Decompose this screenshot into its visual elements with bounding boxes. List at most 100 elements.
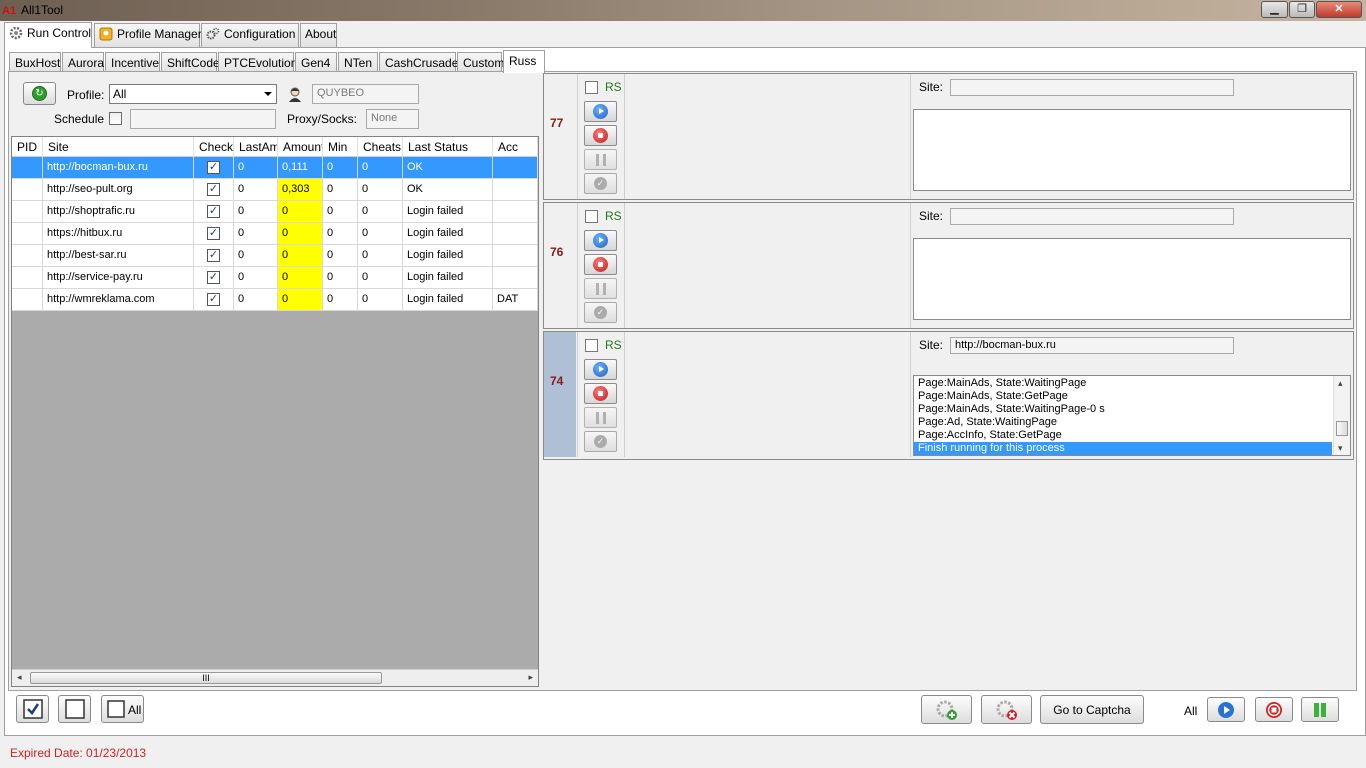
add-process-button[interactable] bbox=[921, 695, 972, 724]
table-row[interactable]: http://shoptrafic.ru ✓ 0 0 0 0 Login fai… bbox=[12, 201, 538, 223]
table-row[interactable]: http://service-pay.ru ✓ 0 0 0 0 Login fa… bbox=[12, 267, 538, 289]
pause-all-button[interactable] bbox=[1301, 697, 1339, 722]
scroll-thumb[interactable]: III bbox=[30, 672, 382, 684]
tab-custom[interactable]: Custom bbox=[457, 52, 504, 72]
site-field[interactable] bbox=[950, 79, 1234, 96]
tab-cashcrusader[interactable]: CashCrusader bbox=[379, 52, 462, 72]
process-log[interactable]: Page:MainAds, State:WaitingPage Page:Mai… bbox=[913, 375, 1351, 456]
table-row[interactable]: http://bocman-bux.ru ✓ 0 0,111 0 0 OK bbox=[12, 157, 538, 179]
stop-button[interactable] bbox=[584, 254, 617, 275]
remove-process-button[interactable] bbox=[981, 695, 1032, 724]
refresh-button[interactable]: ↻ bbox=[23, 82, 56, 105]
stop-button[interactable] bbox=[584, 383, 617, 404]
cell-check: ✓ bbox=[194, 201, 234, 223]
row-checkbox[interactable]: ✓ bbox=[207, 293, 220, 306]
tab-nten[interactable]: NTen bbox=[338, 52, 378, 72]
pause-button[interactable] bbox=[584, 149, 617, 170]
log-line: Page:Ad, State:WaitingPage bbox=[918, 416, 1058, 428]
row-checkbox[interactable]: ✓ bbox=[207, 161, 220, 174]
schedule-checkbox[interactable] bbox=[109, 112, 122, 125]
column-header-cheats[interactable]: Cheats bbox=[358, 137, 403, 157]
table-row[interactable]: http://wmreklama.com ✓ 0 0 0 0 Login fai… bbox=[12, 289, 538, 311]
row-checkbox[interactable]: ✓ bbox=[207, 205, 220, 218]
log-scrollbar[interactable]: ▴ ▾ bbox=[1333, 376, 1350, 455]
column-header-last-status[interactable]: Last Status bbox=[403, 137, 493, 157]
table-row[interactable]: http://seo-pult.org ✓ 0 0,303 0 0 OK bbox=[12, 179, 538, 201]
process-log[interactable] bbox=[913, 238, 1351, 320]
stop-icon bbox=[593, 386, 608, 401]
tab-incentive[interactable]: Incentive bbox=[105, 52, 160, 72]
column-header-site[interactable]: Site bbox=[43, 137, 194, 157]
start-button[interactable] bbox=[584, 101, 617, 122]
scroll-down-icon[interactable]: ▾ bbox=[1338, 443, 1343, 454]
proxy-field[interactable]: None bbox=[366, 109, 419, 129]
tab-shiftcode[interactable]: ShiftCode bbox=[161, 52, 220, 72]
uncheck-all-button[interactable] bbox=[58, 695, 91, 723]
start-all-button[interactable] bbox=[1207, 697, 1245, 722]
close-button[interactable]: ✕ bbox=[1316, 1, 1362, 18]
minimize-button[interactable]: ▁ bbox=[1261, 1, 1288, 18]
tab-about[interactable]: About bbox=[300, 23, 337, 47]
confirm-button[interactable]: ✓ bbox=[584, 302, 617, 323]
go-to-captcha-button[interactable]: Go to Captcha bbox=[1040, 695, 1144, 724]
confirm-button[interactable]: ✓ bbox=[584, 173, 617, 194]
row-checkbox[interactable]: ✓ bbox=[207, 249, 220, 262]
cell-lastam: 0 bbox=[234, 201, 278, 223]
table-row[interactable]: http://best-sar.ru ✓ 0 0 0 0 Login faile… bbox=[12, 245, 538, 267]
pause-button[interactable] bbox=[584, 407, 617, 428]
cell-cheats: 0 bbox=[358, 267, 403, 289]
tab-run-control[interactable]: Run Control bbox=[4, 22, 92, 48]
grid-header: PID Site Check LastAm Amount Min Cheats … bbox=[12, 137, 538, 157]
select-all-button[interactable]: All bbox=[101, 695, 144, 723]
row-checkbox[interactable]: ✓ bbox=[207, 183, 220, 196]
tab-configuration[interactable]: Configuration bbox=[201, 23, 299, 47]
table-row[interactable]: https://hitbux.ru ✓ 0 0 0 0 Login failed bbox=[12, 223, 538, 245]
tab-aurora[interactable]: Aurora bbox=[62, 52, 104, 72]
stop-all-button[interactable] bbox=[1255, 697, 1293, 722]
start-button[interactable] bbox=[584, 230, 617, 251]
horizontal-scrollbar[interactable]: ◂ III ▸ bbox=[12, 669, 538, 686]
scroll-thumb[interactable] bbox=[1336, 421, 1348, 436]
column-header-lastam[interactable]: LastAm bbox=[234, 137, 278, 157]
user-field[interactable]: QUYBEO bbox=[312, 84, 419, 104]
tab-profile-manager[interactable]: Profile Manager bbox=[94, 23, 202, 47]
rs-checkbox[interactable] bbox=[585, 210, 598, 223]
start-button[interactable] bbox=[584, 359, 617, 380]
check-icon: ✓ bbox=[594, 435, 607, 448]
check-all-button[interactable] bbox=[16, 695, 49, 723]
rs-checkbox[interactable] bbox=[585, 81, 598, 94]
scroll-up-icon[interactable]: ▴ bbox=[1338, 378, 1343, 389]
process-panel: 77 RS ✓ Site: bbox=[543, 73, 1354, 200]
site-field[interactable] bbox=[950, 208, 1234, 225]
schedule-field[interactable] bbox=[130, 109, 276, 129]
tab-buxhost[interactable]: BuxHost bbox=[9, 52, 61, 72]
stop-button[interactable] bbox=[584, 125, 617, 146]
column-header-amount[interactable]: Amount bbox=[278, 137, 323, 157]
stop-icon bbox=[1266, 702, 1282, 718]
scroll-right-icon[interactable]: ▸ bbox=[528, 672, 533, 683]
process-log[interactable] bbox=[913, 109, 1351, 191]
column-header-pid[interactable]: PID bbox=[12, 137, 43, 157]
tab-gen4[interactable]: Gen4 bbox=[295, 52, 337, 72]
checked-box-icon bbox=[22, 699, 43, 719]
cell-site: http://seo-pult.org bbox=[43, 179, 194, 201]
pause-button[interactable] bbox=[584, 278, 617, 299]
column-header-acc[interactable]: Acc bbox=[493, 137, 538, 157]
scroll-left-icon[interactable]: ◂ bbox=[17, 672, 22, 683]
empty-box-icon bbox=[107, 700, 125, 718]
rs-checkbox[interactable] bbox=[585, 339, 598, 352]
row-checkbox[interactable]: ✓ bbox=[207, 227, 220, 240]
row-checkbox[interactable]: ✓ bbox=[207, 271, 220, 284]
status-bar bbox=[0, 737, 1366, 768]
profile-select[interactable]: All bbox=[109, 84, 277, 104]
cell-acc: DAT bbox=[493, 289, 538, 311]
site-field[interactable]: http://bocman-bux.ru bbox=[950, 337, 1234, 354]
cell-check: ✓ bbox=[194, 157, 234, 179]
column-header-min[interactable]: Min bbox=[323, 137, 358, 157]
maximize-button[interactable]: ❐ bbox=[1289, 1, 1315, 18]
confirm-button[interactable]: ✓ bbox=[584, 431, 617, 452]
tab-russ[interactable]: Russ bbox=[503, 50, 545, 73]
tab-ptcevolution[interactable]: PTCEvolution bbox=[218, 52, 297, 72]
cell-pid bbox=[12, 201, 43, 223]
column-header-check[interactable]: Check bbox=[194, 137, 234, 157]
